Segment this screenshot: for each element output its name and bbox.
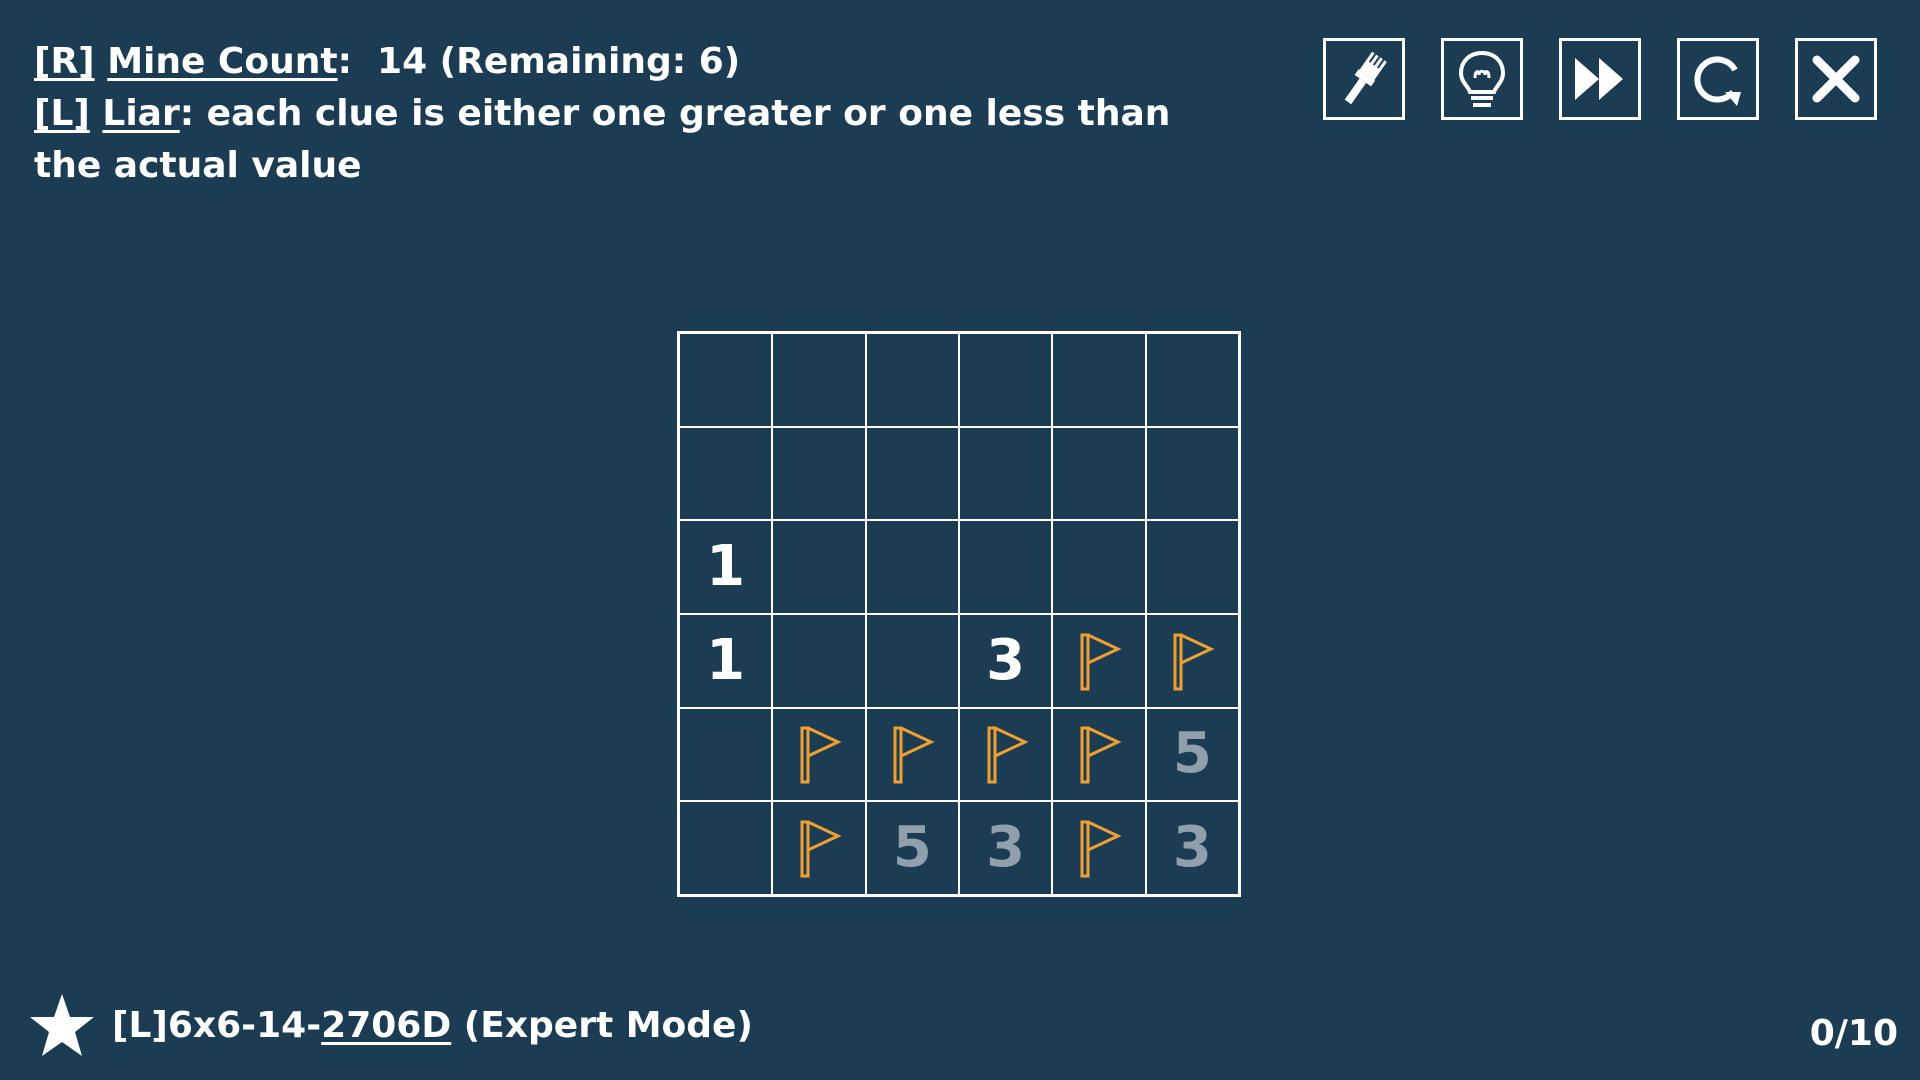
clue-number: 5	[1172, 721, 1212, 787]
mine-count-label[interactable]: Mine Count	[107, 41, 337, 82]
flag-icon	[987, 726, 1029, 784]
hidden-cell[interactable]	[1145, 520, 1239, 614]
flagged-cell[interactable]	[865, 707, 959, 802]
restart-button[interactable]	[1677, 38, 1759, 120]
hidden-cell[interactable]	[1052, 426, 1146, 521]
flag-icon	[1080, 633, 1122, 691]
paint-button[interactable]	[1323, 38, 1405, 120]
flagged-cell[interactable]	[1145, 613, 1239, 708]
clue-number: 1	[706, 627, 746, 693]
skip-button[interactable]	[1559, 38, 1641, 120]
flagged-cell[interactable]	[1052, 707, 1146, 802]
toolbar	[1323, 38, 1877, 120]
progress-counter: 0/10	[1809, 1013, 1898, 1054]
restart-icon	[1694, 56, 1741, 106]
mine-count-sep: :	[337, 41, 352, 82]
close-icon	[1812, 55, 1860, 103]
mine-count-value: 14 (Remaining: 6)	[377, 41, 741, 82]
hidden-cell[interactable]	[959, 426, 1053, 521]
clue-number: 3	[1172, 815, 1212, 881]
mine-count-key[interactable]: [R]	[34, 41, 95, 82]
game-board: 1135533	[677, 331, 1241, 897]
hidden-cell[interactable]	[959, 520, 1053, 614]
flagged-cell[interactable]	[772, 707, 866, 802]
clue-cell-dimmed[interactable]: 5	[865, 801, 959, 895]
hidden-cell[interactable]	[1145, 333, 1239, 427]
flag-icon	[1173, 633, 1215, 691]
puzzle-id: [L]6x6-14-2706D (Expert Mode)	[112, 1005, 753, 1046]
clue-number: 1	[706, 534, 746, 600]
hidden-cell[interactable]	[772, 333, 866, 427]
flagged-cell[interactable]	[1052, 801, 1146, 895]
hidden-cell[interactable]	[865, 613, 959, 708]
hidden-cell[interactable]	[772, 426, 866, 521]
rules-panel: [R] Mine Count: 14 (Remaining: 6) [L] Li…	[34, 36, 1194, 192]
liar-key[interactable]: [L]	[34, 93, 90, 134]
hidden-cell[interactable]	[865, 333, 959, 427]
clue-number: 5	[892, 815, 932, 881]
flag-icon	[893, 726, 935, 784]
hidden-cell[interactable]	[679, 707, 773, 802]
hidden-cell[interactable]	[679, 426, 773, 521]
mine-count-rule: [R] Mine Count: 14 (Remaining: 6)	[34, 36, 1194, 88]
clue-cell[interactable]: 1	[679, 520, 773, 614]
hidden-cell[interactable]	[679, 333, 773, 427]
hidden-cell[interactable]	[772, 613, 866, 708]
clue-cell-dimmed[interactable]: 3	[959, 801, 1053, 895]
flag-icon	[800, 820, 842, 878]
hidden-cell[interactable]	[1052, 520, 1146, 614]
liar-rule: [L] Liar: each clue is either one greate…	[34, 88, 1194, 192]
puzzle-mode: (Expert Mode)	[451, 1004, 753, 1046]
flagged-cell[interactable]	[772, 801, 866, 895]
flagged-cell[interactable]	[1052, 613, 1146, 708]
flagged-cell[interactable]	[959, 707, 1053, 802]
hidden-cell[interactable]	[1052, 333, 1146, 427]
hidden-cell[interactable]	[865, 426, 959, 521]
paint-brush-icon	[1344, 51, 1387, 105]
fast-forward-icon	[1575, 58, 1623, 100]
hidden-cell[interactable]	[772, 520, 866, 614]
puzzle-id-prefix: [L]6x6-14-	[112, 1004, 322, 1046]
star-icon[interactable]	[28, 992, 96, 1058]
hidden-cell[interactable]	[679, 801, 773, 895]
flag-icon	[800, 726, 842, 784]
puzzle-id-code[interactable]: 2706D	[321, 1005, 451, 1046]
liar-label[interactable]: Liar	[102, 93, 179, 134]
clue-cell-dimmed[interactable]: 5	[1145, 707, 1239, 802]
flag-icon	[1080, 820, 1122, 878]
clue-cell[interactable]: 1	[679, 613, 773, 708]
clue-number: 3	[986, 627, 1026, 693]
liar-description: : each clue is either one greater or one…	[34, 93, 1171, 186]
flag-icon	[1080, 726, 1122, 784]
clue-cell-dimmed[interactable]: 3	[1145, 801, 1239, 895]
hidden-cell[interactable]	[865, 520, 959, 614]
hidden-cell[interactable]	[959, 333, 1053, 427]
footer: [L]6x6-14-2706D (Expert Mode)	[28, 992, 753, 1058]
clue-cell[interactable]: 3	[959, 613, 1053, 708]
hint-button[interactable]	[1441, 38, 1523, 120]
hidden-cell[interactable]	[1145, 426, 1239, 521]
clue-number: 3	[986, 815, 1026, 881]
close-button[interactable]	[1795, 38, 1877, 120]
lightbulb-hint-icon	[1458, 50, 1506, 107]
